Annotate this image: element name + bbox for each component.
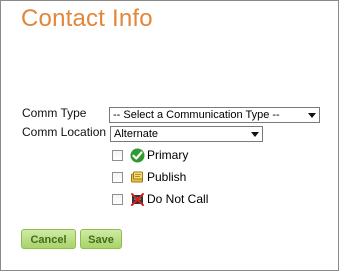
publish-icon: [131, 171, 143, 182]
comm-location-label: Comm Location: [22, 125, 107, 139]
primary-option: Primary: [112, 147, 188, 163]
chevron-down-icon: [251, 132, 259, 137]
comm-type-label: Comm Type: [22, 106, 87, 120]
contact-info-panel: Contact Info Comm Type -- Select a Commu…: [0, 0, 339, 271]
save-button[interactable]: Save: [80, 229, 122, 249]
comm-type-select[interactable]: -- Select a Communication Type --: [109, 107, 320, 123]
checkmark-icon: [130, 148, 145, 162]
comm-location-value: Alternate: [114, 128, 159, 140]
publish-checkbox[interactable]: [112, 171, 123, 183]
publish-label: Publish: [147, 170, 187, 184]
publish-option: Publish: [112, 169, 186, 185]
do-not-call-icon: [131, 192, 144, 206]
do-not-call-option: Do Not Call: [112, 191, 208, 207]
cancel-button[interactable]: Cancel: [21, 229, 76, 249]
do-not-call-label: Do Not Call: [147, 192, 209, 206]
chevron-down-icon: [308, 113, 316, 118]
comm-location-select[interactable]: Alternate: [110, 126, 263, 142]
do-not-call-checkbox[interactable]: [112, 193, 123, 205]
page-title: Contact Info: [21, 5, 153, 32]
primary-checkbox[interactable]: [112, 149, 123, 161]
comm-type-value: -- Select a Communication Type --: [113, 109, 280, 121]
primary-label: Primary: [147, 148, 189, 162]
